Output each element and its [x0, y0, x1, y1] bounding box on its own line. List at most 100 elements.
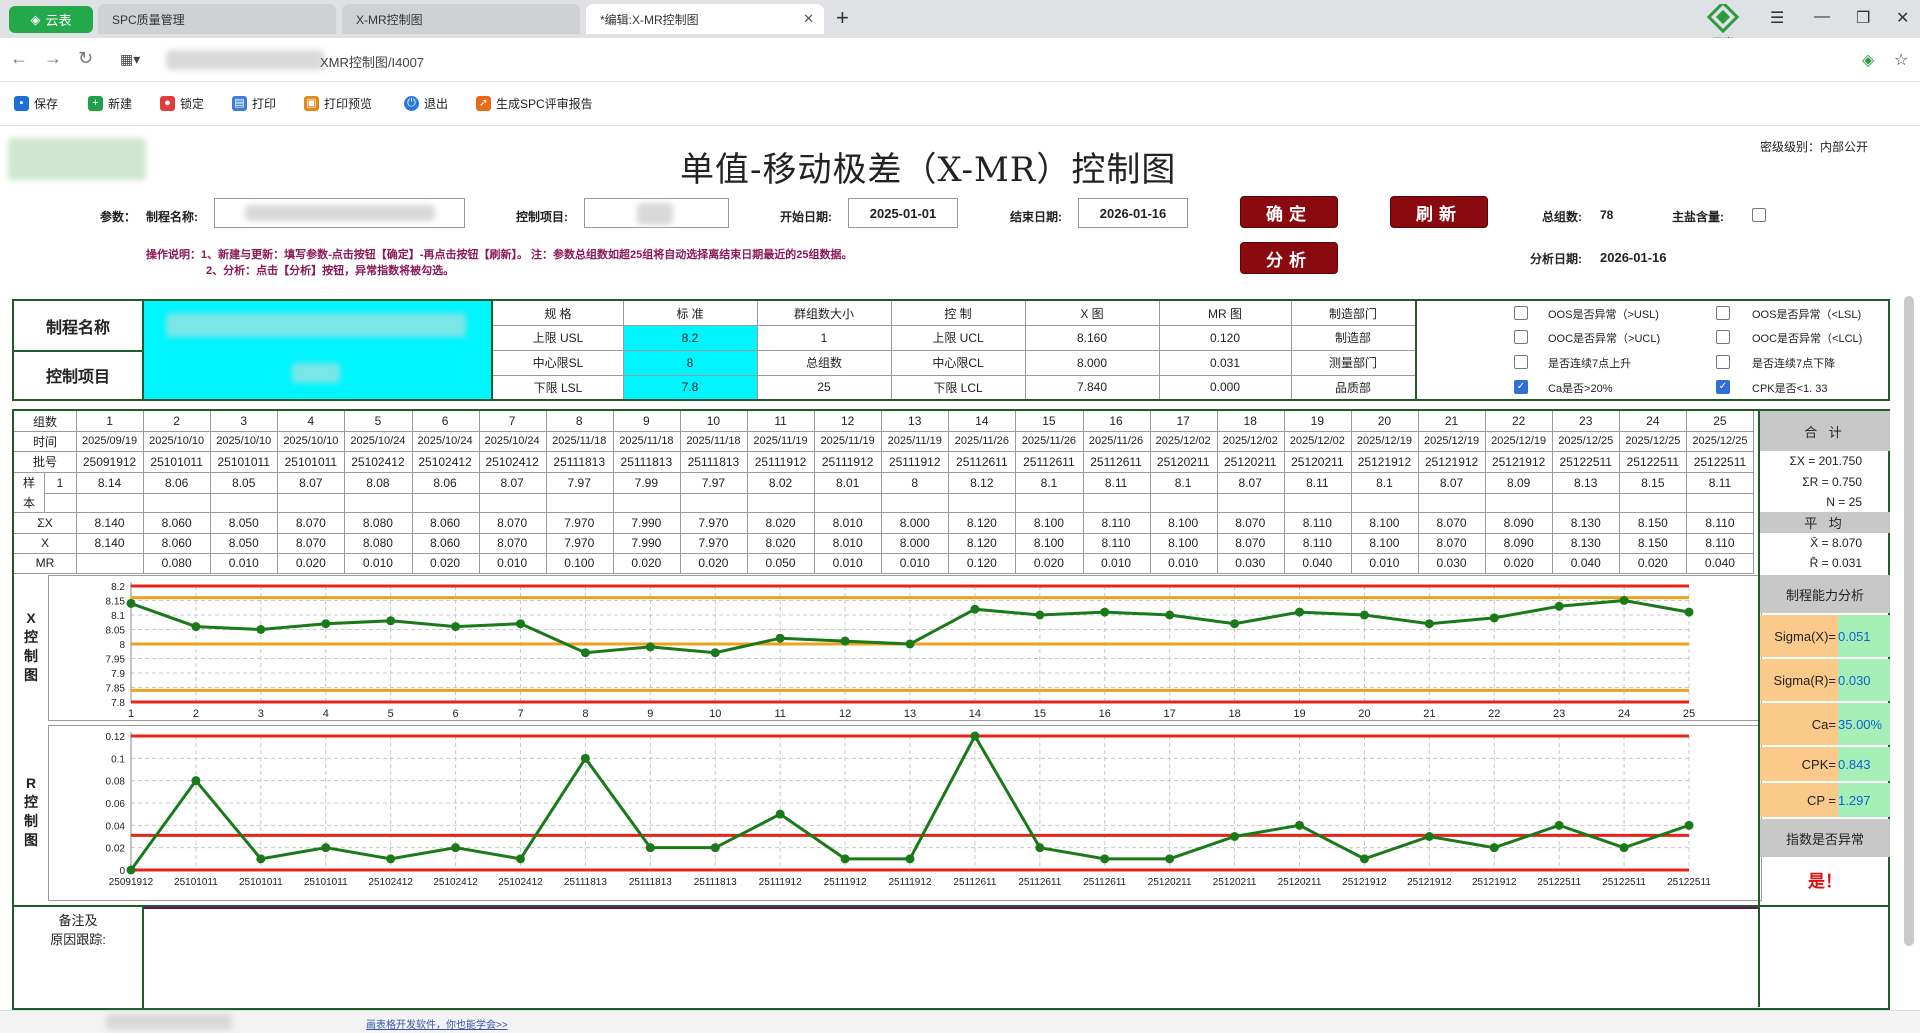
- batch-cell[interactable]: 25102412: [412, 451, 479, 472]
- sample-cell-empty[interactable]: [1015, 493, 1082, 512]
- sample-cell-empty[interactable]: [143, 493, 210, 512]
- anomaly-checkbox[interactable]: [1514, 306, 1528, 320]
- batch-cell[interactable]: 25102412: [344, 451, 411, 472]
- generate-report-button[interactable]: ➚ 生成SPC评审报告: [476, 95, 593, 112]
- sample-cell-empty[interactable]: [1150, 493, 1217, 512]
- time-cell[interactable]: 2025/10/24: [412, 431, 479, 451]
- sample-cell[interactable]: 8: [881, 472, 948, 493]
- control-item-input[interactable]: [584, 198, 729, 228]
- refresh-button[interactable]: 刷新: [1390, 196, 1488, 228]
- sample-cell[interactable]: 7.97: [680, 472, 747, 493]
- app-tab[interactable]: ◈ 云表: [9, 6, 93, 33]
- batch-cell[interactable]: 25111912: [747, 451, 814, 472]
- time-cell[interactable]: 2025/12/02: [1284, 431, 1351, 451]
- time-cell[interactable]: 2025/11/18: [680, 431, 747, 451]
- sample-cell[interactable]: 8.02: [747, 472, 814, 493]
- confirm-button[interactable]: 确定: [1240, 196, 1338, 228]
- sample-cell-empty[interactable]: [814, 493, 881, 512]
- sample-cell[interactable]: 8.12: [948, 472, 1015, 493]
- sample-cell[interactable]: 8.05: [210, 472, 277, 493]
- apps-grid-icon[interactable]: ▦▾: [120, 51, 140, 68]
- sample-cell-empty[interactable]: [1619, 493, 1686, 512]
- batch-cell[interactable]: 25111912: [814, 451, 881, 472]
- exit-button[interactable]: ⏻ 退出: [404, 95, 448, 112]
- anomaly-checkbox[interactable]: [1716, 306, 1730, 320]
- menu-icon[interactable]: ☰: [1770, 8, 1784, 28]
- sample-cell-empty[interactable]: [1083, 493, 1150, 512]
- time-cell[interactable]: 2025/12/02: [1150, 431, 1217, 451]
- time-cell[interactable]: 2025/12/19: [1418, 431, 1485, 451]
- sample-cell[interactable]: 8.13: [1552, 472, 1619, 493]
- vertical-scrollbar[interactable]: [1904, 296, 1914, 946]
- process-info-cell[interactable]: [142, 301, 491, 399]
- time-cell[interactable]: 2025/12/02: [1217, 431, 1284, 451]
- batch-cell[interactable]: 25112611: [1083, 451, 1150, 472]
- browser-tab-spc[interactable]: SPC质量管理: [98, 4, 336, 34]
- sample-cell[interactable]: 7.99: [613, 472, 680, 493]
- sample-cell-empty[interactable]: [479, 493, 546, 512]
- sample-cell-empty[interactable]: [1418, 493, 1485, 512]
- batch-cell[interactable]: 25121912: [1351, 451, 1418, 472]
- end-date-input[interactable]: 2026-01-16: [1078, 198, 1188, 228]
- save-button[interactable]: ▪ 保存: [14, 95, 58, 112]
- sample-cell-empty[interactable]: [210, 493, 277, 512]
- sample-cell[interactable]: 8.11: [1083, 472, 1150, 493]
- time-cell[interactable]: 2025/09/19: [76, 431, 143, 451]
- sample-cell[interactable]: 8.07: [1418, 472, 1485, 493]
- anomaly-checkbox[interactable]: [1716, 355, 1730, 369]
- sample-cell-empty[interactable]: [546, 493, 613, 512]
- time-cell[interactable]: 2025/11/26: [1015, 431, 1082, 451]
- spec-cell[interactable]: 8.2: [623, 325, 757, 350]
- sample-cell-empty[interactable]: [412, 493, 479, 512]
- sample-cell[interactable]: 8.07: [1217, 472, 1284, 493]
- sample-cell[interactable]: 8.07: [479, 472, 546, 493]
- sample-cell-empty[interactable]: [747, 493, 814, 512]
- batch-cell[interactable]: 25121912: [1418, 451, 1485, 472]
- minimize-icon[interactable]: —: [1814, 8, 1830, 26]
- time-cell[interactable]: 2025/11/19: [814, 431, 881, 451]
- sample-cell[interactable]: 8.01: [814, 472, 881, 493]
- sample-cell[interactable]: 8.11: [1686, 472, 1753, 493]
- lock-button[interactable]: ● 锁定: [160, 95, 204, 112]
- sample-cell[interactable]: 8.09: [1485, 472, 1552, 493]
- sample-cell[interactable]: 8.14: [76, 472, 143, 493]
- status-link[interactable]: 画表格开发软件，你也能学会>>: [366, 1016, 508, 1031]
- sample-cell-empty[interactable]: [277, 493, 344, 512]
- reload-icon[interactable]: ↻: [78, 48, 93, 69]
- sample-cell[interactable]: 8.1: [1351, 472, 1418, 493]
- batch-cell[interactable]: 25111813: [546, 451, 613, 472]
- sample-cell-empty[interactable]: [1485, 493, 1552, 512]
- time-cell[interactable]: 2025/11/19: [881, 431, 948, 451]
- anomaly-checkbox[interactable]: [1514, 355, 1528, 369]
- batch-cell[interactable]: 25101011: [210, 451, 277, 472]
- sample-cell-empty[interactable]: [1217, 493, 1284, 512]
- time-cell[interactable]: 2025/11/19: [747, 431, 814, 451]
- batch-cell[interactable]: 25091912: [76, 451, 143, 472]
- star-icon[interactable]: ☆: [1894, 50, 1908, 70]
- batch-cell[interactable]: 25112611: [948, 451, 1015, 472]
- time-cell[interactable]: 2025/12/19: [1485, 431, 1552, 451]
- print-preview-button[interactable]: ▣ 打印预览: [304, 95, 372, 112]
- analyze-button[interactable]: 分析: [1240, 242, 1338, 274]
- time-cell[interactable]: 2025/10/10: [143, 431, 210, 451]
- new-tab-plus-icon[interactable]: +: [836, 5, 849, 31]
- batch-cell[interactable]: 25111813: [613, 451, 680, 472]
- batch-cell[interactable]: 25112611: [1015, 451, 1082, 472]
- remarks-input[interactable]: [144, 907, 1758, 1007]
- time-cell[interactable]: 2025/10/10: [210, 431, 277, 451]
- print-button[interactable]: ▤ 打印: [232, 95, 276, 112]
- time-cell[interactable]: 2025/12/25: [1686, 431, 1753, 451]
- batch-cell[interactable]: 25101011: [277, 451, 344, 472]
- spec-cell[interactable]: 7.8: [623, 375, 757, 399]
- restore-icon[interactable]: ❐: [1856, 8, 1870, 28]
- sample-cell-empty[interactable]: [680, 493, 747, 512]
- batch-cell[interactable]: 25111912: [881, 451, 948, 472]
- sample-cell-empty[interactable]: [1284, 493, 1351, 512]
- time-cell[interactable]: 2025/11/26: [1083, 431, 1150, 451]
- sample-cell-empty[interactable]: [344, 493, 411, 512]
- time-cell[interactable]: 2025/12/19: [1351, 431, 1418, 451]
- sample-cell-empty[interactable]: [948, 493, 1015, 512]
- sample-cell[interactable]: 8.11: [1284, 472, 1351, 493]
- process-name-input[interactable]: [214, 198, 465, 228]
- spec-cell[interactable]: 8: [623, 350, 757, 375]
